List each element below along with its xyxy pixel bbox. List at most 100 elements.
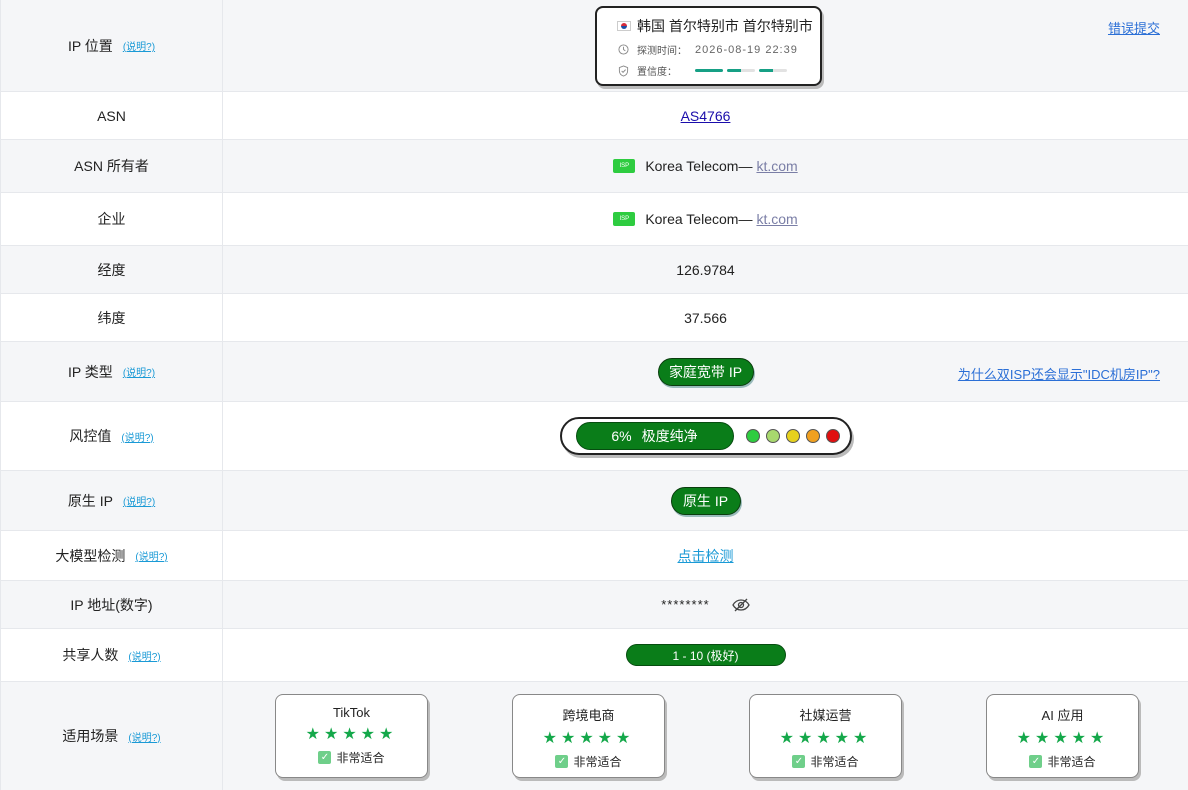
help-link[interactable]: (说明?) xyxy=(123,364,155,379)
isp-badge: ISP xyxy=(613,159,636,173)
risk-percent: 6% xyxy=(611,428,632,444)
check-icon: ✓ xyxy=(555,755,569,768)
label-company: 企业 xyxy=(1,193,223,245)
label-text: 风控值 xyxy=(69,428,112,444)
asn-owner-domain-link[interactable]: kt.com xyxy=(756,158,797,174)
flag-kr-icon xyxy=(617,21,631,31)
value-scenarios: TikTok ★★★★★ ✓ 非常适合 跨境电商 ★★★★★ ✓ 非常适合 社媒运营… xyxy=(223,682,1188,790)
report-error-link[interactable]: 错误提交 xyxy=(1108,18,1160,37)
label-text: 共享人数 xyxy=(62,647,119,663)
llm-detect-link[interactable]: 点击检测 xyxy=(678,546,734,566)
check-icon: ✓ xyxy=(792,755,806,768)
value-ip-location: 韩国 首尔特别市 首尔特别市 探测时间： 2026-08-19 22:39 置信… xyxy=(223,0,1188,91)
label-llm-detect: 大模型检测 (说明?) xyxy=(1,531,223,580)
check-icon: ✓ xyxy=(318,751,332,764)
label-text: 大模型检测 xyxy=(55,547,126,564)
value-ip-type: 家庭宽带 IP 为什么双ISP还会显示"IDC机房IP"? xyxy=(223,342,1188,401)
company-name: Korea Telecom— xyxy=(645,211,753,227)
value-share: 1 - 10 (极好) xyxy=(223,629,1188,681)
row-asn-owner: ASN 所有者 ISP Korea Telecom— kt.com xyxy=(1,140,1188,193)
value-longitude: 126.9784 xyxy=(676,261,735,278)
row-company: 企业 ISP Korea Telecom— kt.com xyxy=(1,193,1188,246)
scenario-fit: 非常适合 xyxy=(810,755,859,769)
help-link[interactable]: (说明?) xyxy=(128,729,160,744)
share-badge: 1 - 10 (极好) xyxy=(625,644,786,666)
help-link[interactable]: (说明?) xyxy=(135,548,167,563)
value-latitude: 37.566 xyxy=(684,309,727,326)
risk-dot xyxy=(825,429,840,443)
scenario-title: TikTok xyxy=(332,705,371,720)
label-scenarios: 适用场景 (说明?) xyxy=(1,682,223,790)
scenario-list: TikTok ★★★★★ ✓ 非常适合 跨境电商 ★★★★★ ✓ 非常适合 社媒运营… xyxy=(223,694,1188,778)
risk-dot xyxy=(745,429,760,443)
help-link[interactable]: (说明?) xyxy=(123,493,155,508)
risk-meter: 6% 极度纯净 xyxy=(559,417,852,455)
asn-owner-name: Korea Telecom— xyxy=(645,158,753,174)
label-ip-location: IP 位置 (说明?) xyxy=(1,0,223,91)
probe-time-key: 探测时间： xyxy=(637,46,687,57)
risk-score-pill: 6% 极度纯净 xyxy=(575,422,734,450)
star-icon: ★★★★★ xyxy=(1016,730,1109,747)
row-latitude: 纬度 37.566 xyxy=(1,294,1188,342)
label-text: IP 类型 xyxy=(67,363,113,380)
scenario-title: 社媒运营 xyxy=(799,708,852,723)
ip-numeric-masked: ******** xyxy=(661,597,710,612)
label-ip-type: IP 类型 (说明?) xyxy=(1,342,223,401)
value-native-ip: 原生 IP xyxy=(223,471,1188,530)
label-text: IP 位置 xyxy=(67,37,113,54)
location-text: 韩国 首尔特别市 首尔特别市 xyxy=(637,18,813,34)
check-icon: ✓ xyxy=(1029,755,1043,768)
label-longitude: 经度 xyxy=(1,246,223,293)
risk-text: 极度纯净 xyxy=(641,428,698,444)
star-icon: ★★★★★ xyxy=(305,726,398,743)
scenario-card: TikTok ★★★★★ ✓ 非常适合 xyxy=(275,694,428,778)
row-ip-location: IP 位置 (说明?) 韩国 首尔特别市 首尔特别市 探测时间： 2026-08… xyxy=(1,0,1188,92)
value-asn: AS4766 xyxy=(223,92,1188,139)
row-scenarios: 适用场景 (说明?) TikTok ★★★★★ ✓ 非常适合 跨境电商 ★★★★★… xyxy=(1,682,1188,790)
scenario-fit: 非常适合 xyxy=(1047,755,1096,769)
star-icon: ★★★★★ xyxy=(779,730,872,747)
eye-off-icon[interactable] xyxy=(731,598,750,612)
isp-badge: ISP xyxy=(613,212,636,226)
scenario-title: AI 应用 xyxy=(1041,708,1084,723)
row-share: 共享人数 (说明?) 1 - 10 (极好) xyxy=(1,629,1188,682)
help-link[interactable]: (说明?) xyxy=(128,648,160,663)
ip-info-table: IP 位置 (说明?) 韩国 首尔特别市 首尔特别市 探测时间： 2026-08… xyxy=(0,0,1188,790)
scenario-fit: 非常适合 xyxy=(336,751,385,765)
value-risk: 6% 极度纯净 xyxy=(223,402,1188,470)
risk-dot xyxy=(765,429,780,443)
help-link[interactable]: (说明?) xyxy=(123,38,155,53)
row-llm-detect: 大模型检测 (说明?) 点击检测 xyxy=(1,531,1188,581)
native-ip-badge: 原生 IP xyxy=(670,486,741,515)
label-text: 适用场景 xyxy=(62,728,119,744)
shield-check-icon xyxy=(617,64,629,77)
dual-isp-help-link[interactable]: 为什么双ISP还会显示"IDC机房IP"? xyxy=(958,364,1160,383)
label-ip-numeric: IP 地址(数字) xyxy=(1,581,223,628)
value-ip-numeric: ******** xyxy=(223,581,1188,628)
value-company: ISP Korea Telecom— kt.com xyxy=(223,193,1188,245)
scenario-card: 跨境电商 ★★★★★ ✓ 非常适合 xyxy=(512,694,665,778)
label-native-ip: 原生 IP (说明?) xyxy=(1,471,223,530)
label-latitude: 纬度 xyxy=(1,294,223,341)
row-ip-numeric: IP 地址(数字) ******** xyxy=(1,581,1188,629)
risk-dot xyxy=(785,429,800,443)
asn-link[interactable]: AS4766 xyxy=(681,108,731,124)
scenario-fit: 非常适合 xyxy=(573,755,622,769)
label-share: 共享人数 (说明?) xyxy=(1,629,223,681)
help-link[interactable]: (说明?) xyxy=(121,429,153,444)
scenario-title: 跨境电商 xyxy=(562,708,615,723)
row-risk: 风控值 (说明?) 6% 极度纯净 xyxy=(1,402,1188,471)
label-asn: ASN xyxy=(1,92,223,139)
label-risk: 风控值 (说明?) xyxy=(1,402,223,470)
label-text: 原生 IP xyxy=(67,492,113,509)
label-asn-owner: ASN 所有者 xyxy=(1,140,223,192)
company-domain-link[interactable]: kt.com xyxy=(756,211,797,227)
row-longitude: 经度 126.9784 xyxy=(1,246,1188,294)
location-card: 韩国 首尔特别市 首尔特别市 探测时间： 2026-08-19 22:39 置信… xyxy=(595,6,822,86)
row-ip-type: IP 类型 (说明?) 家庭宽带 IP 为什么双ISP还会显示"IDC机房IP"… xyxy=(1,342,1188,402)
confidence-bar xyxy=(695,69,791,72)
probe-time-value: 2026-08-19 22:39 xyxy=(695,43,798,56)
risk-dot xyxy=(805,429,820,443)
scenario-card: AI 应用 ★★★★★ ✓ 非常适合 xyxy=(986,694,1139,778)
confidence-key: 置信度： xyxy=(637,67,677,78)
